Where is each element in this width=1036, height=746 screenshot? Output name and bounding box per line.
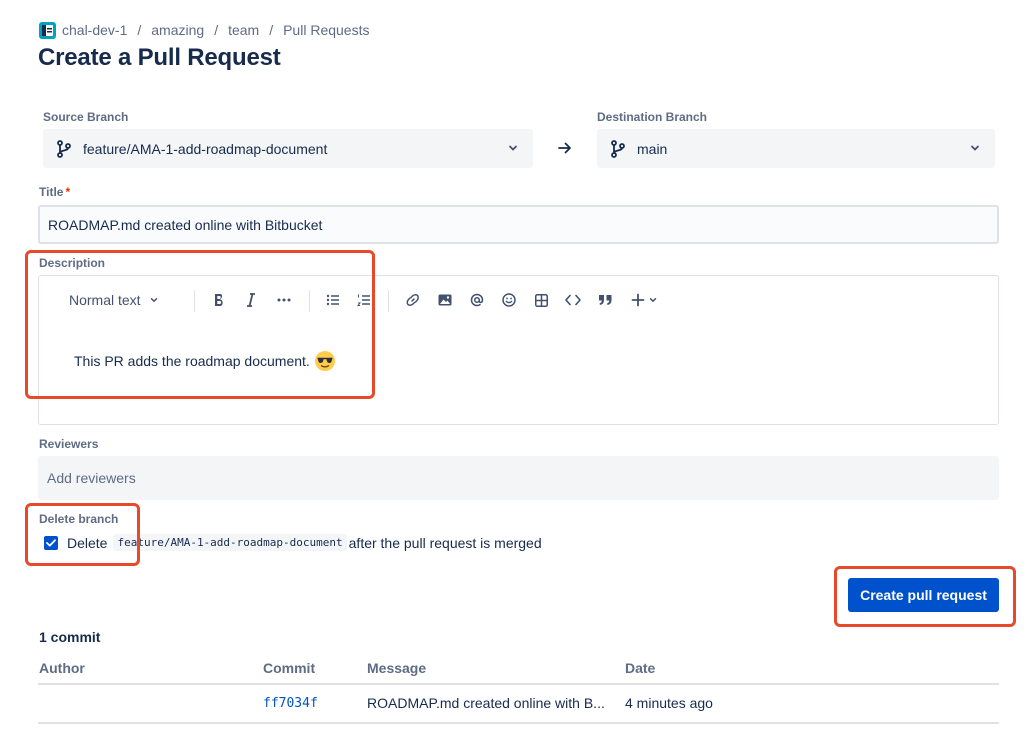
breadcrumb-separator: / xyxy=(269,22,274,38)
reviewers-input[interactable]: Add reviewers xyxy=(38,456,999,500)
more-formatting-icon[interactable] xyxy=(275,290,293,310)
branch-icon xyxy=(56,139,72,158)
breadcrumb-project-link[interactable]: amazing xyxy=(151,22,204,38)
text-style-dropdown[interactable]: Normal text xyxy=(69,290,169,310)
breadcrumb-repository-link[interactable]: team xyxy=(228,22,259,38)
mention-icon[interactable] xyxy=(469,290,485,310)
chevron-down-icon xyxy=(649,298,656,303)
checkmark-icon xyxy=(46,538,56,546)
delete-branch-text-after: after the pull request is merged xyxy=(348,534,542,551)
toolbar-divider xyxy=(388,290,389,312)
repository-icon xyxy=(39,21,56,39)
description-label: Description xyxy=(39,256,106,270)
description-text: This PR adds the roadmap document. xyxy=(74,353,310,369)
code-icon[interactable] xyxy=(565,290,581,310)
column-header-author: Author xyxy=(39,660,85,676)
column-header-date: Date xyxy=(625,660,656,676)
delete-branch-option: Delete feature/AMA-1-add-roadmap-documen… xyxy=(44,534,542,551)
commit-hash-link[interactable]: ff7034f xyxy=(263,696,318,711)
editor-toolbar: Normal text xyxy=(39,276,998,324)
description-editor[interactable]: Normal text This PR adds the roadmap doc… xyxy=(38,275,999,425)
chevron-down-icon xyxy=(509,145,517,151)
text-style-label: Normal text xyxy=(69,292,141,308)
required-indicator: * xyxy=(65,185,71,199)
branch-icon xyxy=(610,139,626,158)
title-label-text: Title xyxy=(39,185,64,199)
image-icon[interactable] xyxy=(437,290,453,310)
commit-date: 4 minutes ago xyxy=(625,695,713,711)
numbered-list-icon[interactable] xyxy=(356,290,372,310)
title-label: Title * xyxy=(39,185,70,199)
commits-count: 1 commit xyxy=(39,629,101,645)
page-title: Create a Pull Request xyxy=(38,44,281,71)
source-branch-value: feature/AMA-1-add-roadmap-document xyxy=(83,140,328,157)
destination-branch-label: Destination Branch xyxy=(597,110,708,124)
delete-branch-name: feature/AMA-1-add-roadmap-document xyxy=(113,534,347,551)
toolbar-divider xyxy=(194,290,195,312)
delete-branch-text-before: Delete xyxy=(67,534,108,551)
source-branch-select[interactable]: feature/AMA-1-add-roadmap-document xyxy=(43,129,533,168)
arrow-right-icon xyxy=(558,142,571,154)
commit-message: ROADMAP.md created online with B... xyxy=(367,695,605,711)
breadcrumb-pull-requests-link[interactable]: Pull Requests xyxy=(283,22,369,38)
column-header-message: Message xyxy=(367,660,427,676)
emoji-icon[interactable] xyxy=(501,290,517,310)
toolbar-divider xyxy=(309,290,310,312)
breadcrumb-separator: / xyxy=(214,22,219,38)
quote-icon[interactable] xyxy=(597,290,613,310)
reviewers-label: Reviewers xyxy=(39,437,99,451)
delete-branch-label: Delete branch xyxy=(39,512,119,526)
table-icon[interactable] xyxy=(533,290,549,310)
chevron-down-icon xyxy=(150,298,157,303)
title-input[interactable]: ROADMAP.md created online with Bitbucket xyxy=(38,205,999,244)
column-header-commit: Commit xyxy=(263,660,316,676)
create-pull-request-button[interactable]: Create pull request xyxy=(848,578,999,612)
destination-branch-select[interactable]: main xyxy=(597,129,995,168)
breadcrumb-separator: / xyxy=(137,22,142,38)
bold-icon[interactable] xyxy=(211,290,227,310)
table-divider xyxy=(38,722,999,724)
italic-icon[interactable] xyxy=(243,290,259,310)
link-icon[interactable] xyxy=(405,290,421,310)
sunglasses-emoji-icon xyxy=(314,351,335,371)
breadcrumb: chal-dev-1 / amazing / team / Pull Reque… xyxy=(39,20,369,40)
table-divider xyxy=(38,683,999,685)
plus-icon xyxy=(631,293,644,307)
description-content[interactable]: This PR adds the roadmap document. xyxy=(74,350,336,372)
insert-menu-dropdown[interactable] xyxy=(629,290,659,310)
bullet-list-icon[interactable] xyxy=(325,290,341,310)
breadcrumb-workspace-link[interactable]: chal-dev-1 xyxy=(62,22,127,38)
destination-branch-value: main xyxy=(637,140,668,157)
delete-branch-checkbox[interactable] xyxy=(44,535,58,550)
source-branch-label: Source Branch xyxy=(43,110,129,124)
chevron-down-icon xyxy=(971,145,979,151)
